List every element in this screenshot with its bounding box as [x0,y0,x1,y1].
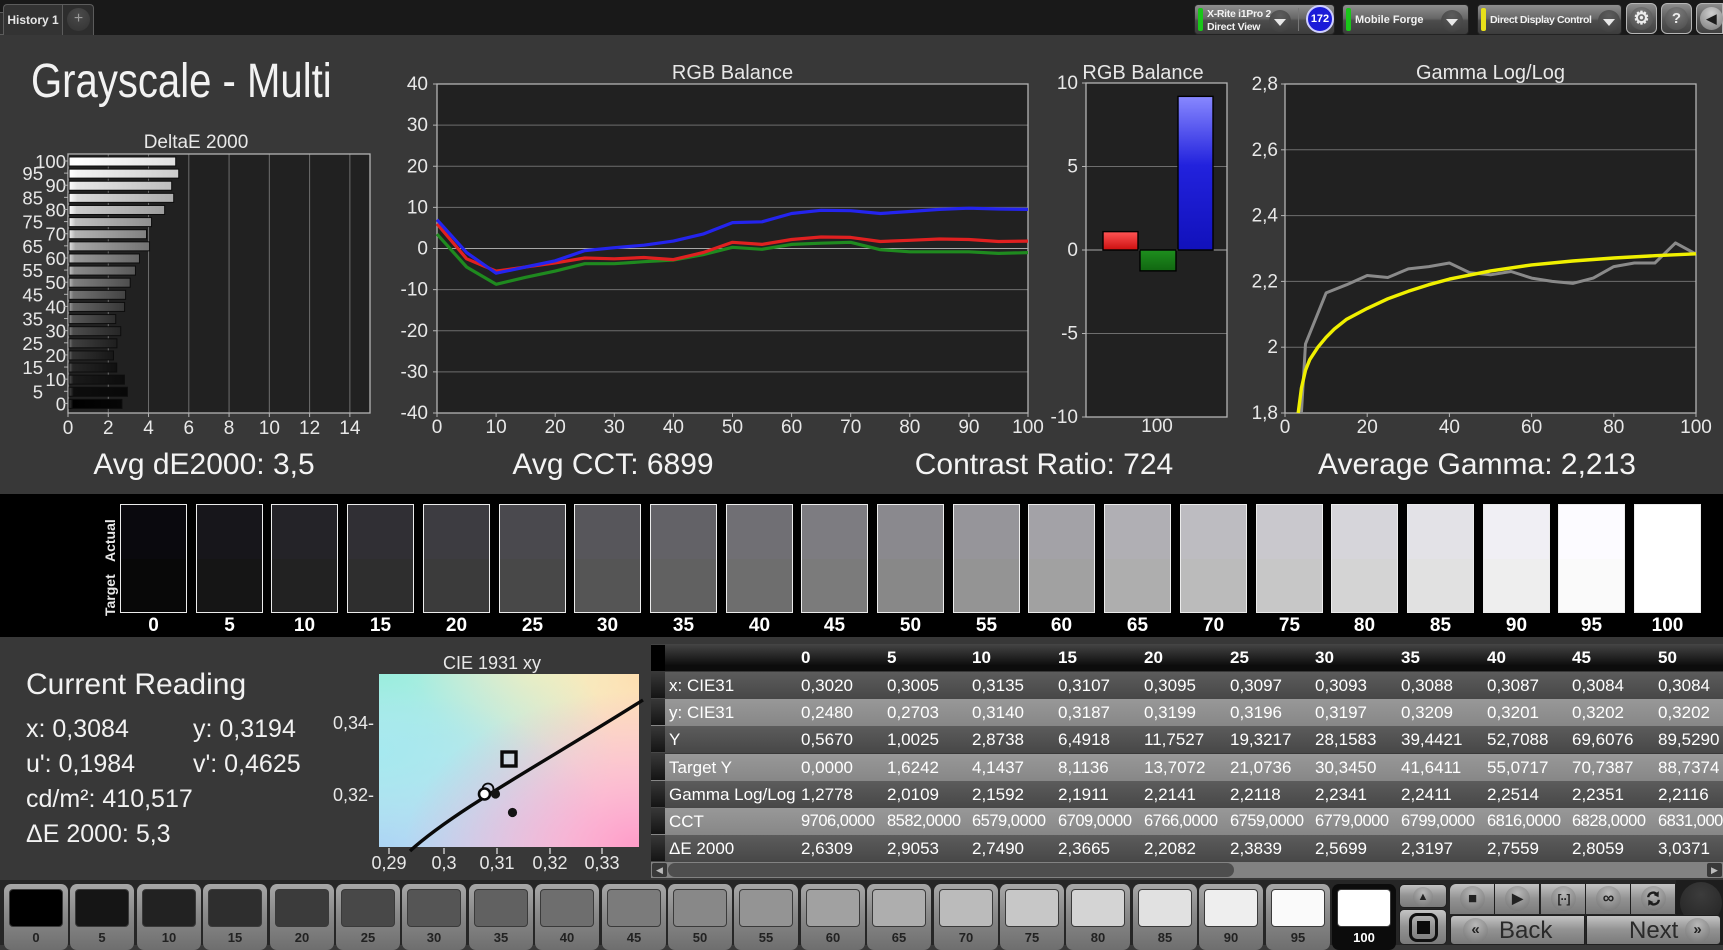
svg-text:0,31: 0,31 [479,853,514,873]
svg-text:20: 20 [45,345,66,366]
svg-text:100: 100 [1680,417,1712,438]
svg-text:40: 40 [45,296,66,317]
svg-text:55: 55 [22,260,43,281]
svg-text:20: 20 [1357,417,1378,438]
svg-text:10: 10 [486,417,507,438]
svg-text:65: 65 [22,236,43,257]
svg-text:40: 40 [1439,417,1460,438]
svg-text:20: 20 [407,156,428,177]
svg-text:45: 45 [22,284,43,305]
svg-text:-10: -10 [1051,407,1078,428]
svg-text:8: 8 [224,418,235,439]
svg-text:CIE 1931 xy: CIE 1931 xy [443,653,541,673]
svg-text:40: 40 [663,417,684,438]
svg-text:20: 20 [545,417,566,438]
svg-text:15: 15 [22,357,43,378]
svg-text:30: 30 [604,417,625,438]
svg-text:14: 14 [339,418,361,439]
svg-text:2,2: 2,2 [1252,271,1278,292]
svg-text:4: 4 [143,418,154,439]
svg-text:10: 10 [259,418,280,439]
svg-text:70: 70 [45,224,66,245]
svg-text:70: 70 [840,417,861,438]
svg-text:30: 30 [407,115,428,136]
svg-text:50: 50 [45,272,66,293]
svg-text:2,8: 2,8 [1252,74,1278,95]
svg-text:90: 90 [45,175,66,196]
svg-text:100: 100 [1012,417,1044,438]
svg-text:80: 80 [45,199,66,220]
svg-text:0: 0 [417,239,428,260]
svg-text:2: 2 [103,418,114,439]
svg-text:RGB Balance: RGB Balance [672,62,793,84]
svg-text:40: 40 [407,74,428,95]
svg-text:5: 5 [1067,157,1078,178]
svg-text:-5: -5 [1061,324,1078,345]
svg-text:0,32: 0,32 [532,853,567,873]
svg-text:2: 2 [1267,337,1278,358]
svg-text:35: 35 [22,309,43,330]
svg-text:RGB Balance: RGB Balance [1082,62,1203,84]
svg-text:6: 6 [184,418,195,439]
svg-text:75: 75 [22,212,43,233]
svg-text:DeltaE 2000: DeltaE 2000 [144,132,249,153]
svg-text:60: 60 [781,417,802,438]
svg-text:0: 0 [1280,417,1291,438]
svg-text:-30: -30 [401,362,428,383]
svg-text:-20: -20 [401,321,428,342]
svg-text:25: 25 [22,333,43,354]
svg-text:0: 0 [432,417,443,438]
svg-text:50: 50 [722,417,743,438]
svg-text:0: 0 [63,418,74,439]
svg-text:80: 80 [1603,417,1624,438]
svg-text:0,33: 0,33 [584,853,619,873]
svg-text:Gamma Log/Log: Gamma Log/Log [1416,62,1565,84]
svg-text:0: 0 [1067,240,1078,261]
svg-text:0,3: 0,3 [431,853,456,873]
svg-text:5: 5 [33,381,43,402]
svg-text:2,4: 2,4 [1252,206,1279,227]
svg-text:60: 60 [45,248,66,269]
svg-text:0,29: 0,29 [371,853,406,873]
svg-text:1,8: 1,8 [1252,403,1278,424]
svg-text:2,6: 2,6 [1252,140,1278,161]
svg-text:12: 12 [299,418,320,439]
svg-text:-40: -40 [401,403,428,424]
svg-text:60: 60 [1521,417,1542,438]
svg-text:10: 10 [407,197,428,218]
svg-text:30: 30 [45,321,66,342]
svg-text:95: 95 [22,163,43,184]
svg-text:85: 85 [22,187,43,208]
svg-text:100: 100 [1141,416,1173,437]
svg-text:-10: -10 [401,280,428,301]
svg-text:90: 90 [958,417,979,438]
svg-text:10: 10 [1057,73,1078,94]
svg-text:10: 10 [45,369,66,390]
svg-text:80: 80 [899,417,920,438]
